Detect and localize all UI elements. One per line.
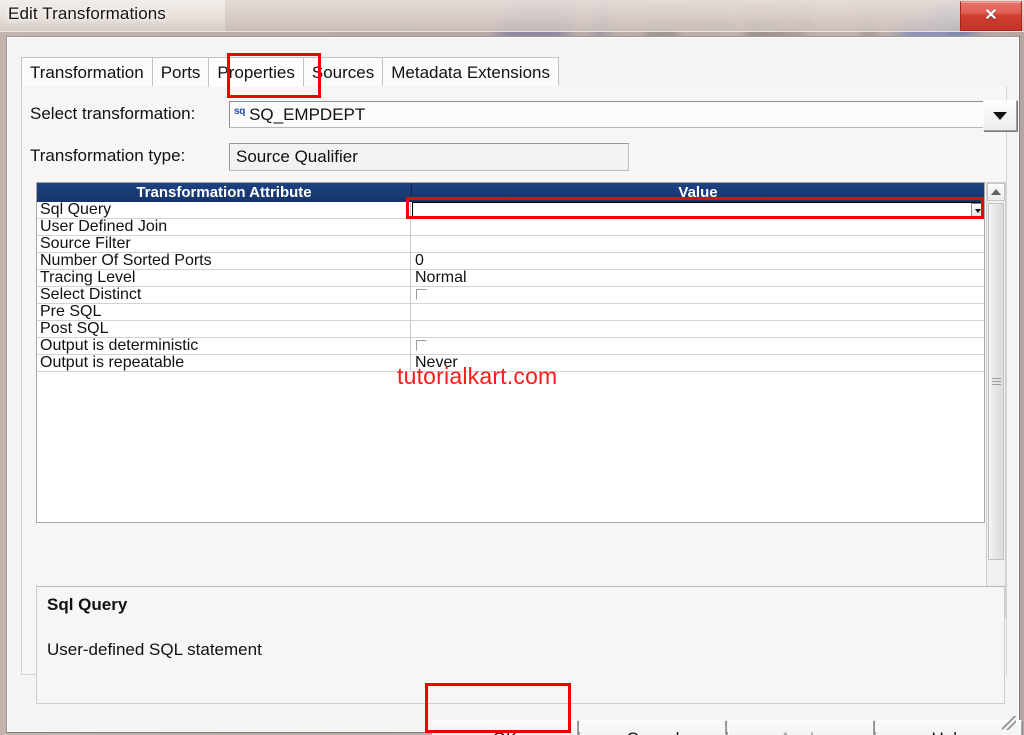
table-row[interactable]: Output is deterministic — [37, 338, 984, 355]
attribute-text: Output is repeatable — [40, 354, 184, 371]
table-row[interactable]: Source Filter — [37, 236, 984, 253]
table-row[interactable]: Tracing Level Normal — [37, 270, 984, 287]
attribute-text: Output is deterministic — [40, 337, 198, 354]
description-title: Sql Query — [47, 595, 127, 615]
tab-properties[interactable]: Properties — [208, 57, 302, 87]
tab-transformation[interactable]: Transformation — [21, 57, 152, 87]
tab-ports[interactable]: Ports — [152, 57, 209, 87]
cell-attribute: Post SQL — [37, 321, 411, 337]
table-row[interactable]: Post SQL — [37, 321, 984, 338]
checkbox-icon[interactable] — [416, 340, 427, 351]
cell-value[interactable] — [411, 304, 984, 320]
attribute-text: Number Of Sorted Ports — [40, 252, 212, 269]
attribute-text: Source Filter — [40, 235, 131, 252]
cell-attribute: Sql Query — [37, 202, 411, 218]
cell-value[interactable] — [411, 338, 984, 354]
cell-attribute: Tracing Level — [37, 270, 411, 286]
table-row[interactable]: Number Of Sorted Ports 0 — [37, 253, 984, 270]
cell-value[interactable]: Normal — [411, 270, 984, 286]
close-button[interactable]: ✕ — [960, 1, 1022, 31]
window-title-bar: Edit Transformations ✕ — [0, 0, 1024, 32]
attribute-text: Tracing Level — [40, 269, 135, 286]
cell-value[interactable]: 0 — [411, 253, 984, 269]
tab-label: Transformation — [30, 63, 144, 83]
scroll-up-button[interactable] — [987, 183, 1005, 201]
grid-vertical-scrollbar[interactable] — [986, 182, 1006, 618]
column-header-value: Value — [412, 183, 984, 202]
attributes-grid: Transformation Attribute Value Sql Query… — [36, 182, 985, 523]
attribute-text: Sql Query — [40, 202, 111, 218]
watermark: tutorialkart.com — [397, 363, 557, 390]
sql-query-value-editor[interactable] — [412, 202, 984, 219]
scrollbar-thumb[interactable] — [988, 203, 1004, 560]
help-button[interactable]: Help — [876, 720, 1022, 735]
select-transformation-value: SQ_EMPDEPT — [249, 105, 365, 125]
table-row[interactable]: Select Distinct — [37, 287, 984, 304]
window-title: Edit Transformations — [8, 4, 166, 24]
ok-button[interactable]: OK — [432, 720, 578, 735]
cell-value[interactable] — [411, 321, 984, 337]
screen: Edit Transformations ✕ Transformation Po… — [0, 0, 1024, 735]
value-text: 0 — [415, 252, 424, 269]
column-header-attribute: Transformation Attribute — [37, 183, 412, 202]
tab-strip: Transformation Ports Properties Sources … — [21, 57, 559, 87]
cancel-button[interactable]: Cancel — [580, 720, 726, 735]
select-transformation-label: Select transformation: — [30, 104, 195, 124]
cell-value[interactable] — [411, 287, 984, 303]
cell-value[interactable] — [411, 219, 984, 235]
select-transformation-dropdown-button[interactable] — [983, 100, 1017, 131]
tab-sources[interactable]: Sources — [303, 57, 382, 87]
cell-value[interactable] — [411, 236, 984, 252]
sql-query-dropdown-button[interactable] — [971, 203, 984, 218]
tab-label: Properties — [217, 63, 294, 83]
cell-attribute: Pre SQL — [37, 304, 411, 320]
grid-header-row: Transformation Attribute Value — [37, 183, 984, 202]
attribute-text: Select Distinct — [40, 286, 141, 303]
chevron-up-icon — [991, 189, 1001, 195]
close-icon: ✕ — [984, 8, 997, 24]
cell-attribute: Output is deterministic — [37, 338, 411, 354]
attribute-text: User Defined Join — [40, 218, 167, 235]
transformation-type-value: Source Qualifier — [229, 143, 629, 171]
table-row[interactable]: Pre SQL — [37, 304, 984, 321]
apply-button: Apply — [728, 720, 874, 735]
value-text: Normal — [415, 269, 467, 286]
grid-body: Sql Query User Defined Join Source Filte… — [37, 202, 984, 522]
chevron-down-icon — [975, 209, 981, 213]
tab-label: Metadata Extensions — [391, 63, 550, 83]
tab-metadata-extensions[interactable]: Metadata Extensions — [382, 57, 559, 87]
cell-attribute: Source Filter — [37, 236, 411, 252]
resize-grip-icon[interactable] — [1002, 716, 1016, 730]
description-text: User-defined SQL statement — [47, 640, 262, 660]
attribute-text: Post SQL — [40, 320, 108, 337]
table-row[interactable]: User Defined Join — [37, 219, 984, 236]
checkbox-icon[interactable] — [416, 289, 427, 300]
source-qualifier-icon: sq — [234, 107, 245, 117]
cell-attribute: Output is repeatable — [37, 355, 411, 371]
cell-attribute: Select Distinct — [37, 287, 411, 303]
transformation-type-label: Transformation type: — [30, 146, 185, 166]
tab-label: Sources — [312, 63, 374, 83]
grip-icon — [992, 378, 1001, 385]
select-transformation-combo[interactable]: sq SQ_EMPDEPT — [229, 101, 989, 128]
cell-attribute: Number Of Sorted Ports — [37, 253, 411, 269]
attribute-text: Pre SQL — [40, 303, 101, 320]
chevron-down-icon — [993, 112, 1007, 120]
cell-attribute: User Defined Join — [37, 219, 411, 235]
attribute-description-panel: Sql Query User-defined SQL statement — [36, 586, 1005, 704]
tab-label: Ports — [161, 63, 201, 83]
